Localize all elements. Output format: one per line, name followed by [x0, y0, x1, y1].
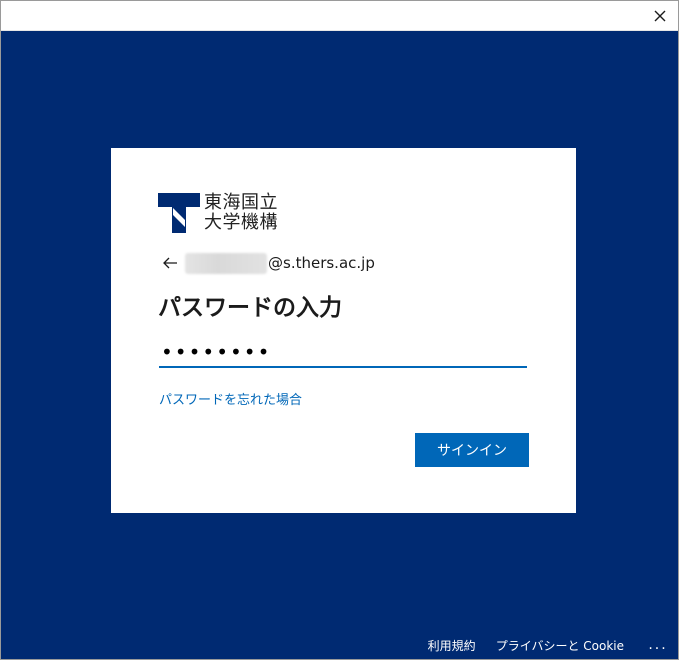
organization-name: 東海国立 大学機構 [204, 193, 278, 233]
close-icon [654, 10, 666, 21]
account-identity: @s.thers.ac.jp [161, 252, 375, 274]
signin-button[interactable]: サインイン [415, 433, 529, 467]
title-bar [1, 1, 678, 31]
organization-logo: 東海国立 大学機構 [158, 193, 278, 233]
account-domain: @s.thers.ac.jp [268, 254, 375, 272]
privacy-cookie-link[interactable]: プライバシーと Cookie [496, 637, 624, 654]
tokai-t-logo-icon [158, 193, 200, 233]
footer: 利用規約 プライバシーと Cookie ... [428, 631, 678, 659]
signin-card: 東海国立 大学機構 @s.thers.ac.jp パスワードの入力 パスワードを… [111, 148, 576, 513]
close-button[interactable] [642, 1, 678, 30]
arrow-left-icon[interactable] [161, 255, 179, 271]
more-options-button[interactable]: ... [644, 637, 672, 653]
page-title: パスワードの入力 [158, 295, 342, 321]
organization-name-line1: 東海国立 [204, 192, 278, 213]
organization-name-line2: 大学機構 [204, 212, 278, 233]
terms-of-use-link[interactable]: 利用規約 [428, 637, 476, 654]
password-input[interactable] [159, 338, 527, 368]
redacted-username [185, 252, 267, 274]
forgot-password-link[interactable]: パスワードを忘れた場合 [159, 389, 302, 408]
signin-window: 東海国立 大学機構 @s.thers.ac.jp パスワードの入力 パスワードを… [0, 0, 679, 660]
